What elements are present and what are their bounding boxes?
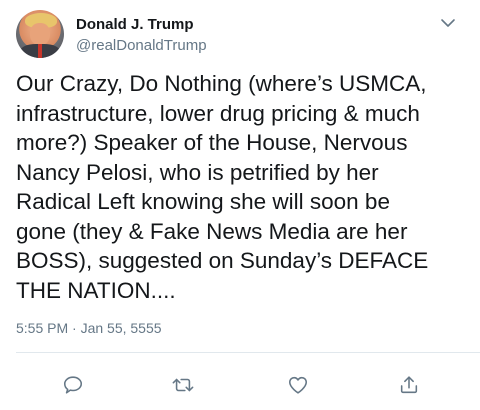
divider (16, 352, 480, 353)
share-upload-icon (398, 374, 420, 396)
retweet-arrows-icon (171, 374, 195, 396)
avatar[interactable] (16, 10, 64, 58)
tweet-timestamp[interactable]: 5:55 PM · Jan 55, 5555 (16, 320, 162, 336)
avatar-tie (38, 44, 42, 58)
share-button[interactable] (396, 372, 422, 398)
speech-bubble-icon (62, 374, 84, 396)
reply-button[interactable] (60, 372, 86, 398)
user-handle[interactable]: @realDonaldTrump (76, 37, 207, 54)
display-name[interactable]: Donald J. Trump (76, 16, 194, 33)
chevron-down-icon[interactable] (440, 16, 456, 28)
heart-icon (287, 374, 309, 396)
retweet-button[interactable] (170, 372, 196, 398)
tweet-text: Our Crazy, Do Nothing (where’s USMCA, in… (16, 71, 429, 303)
avatar-face (30, 23, 50, 45)
tweet-card: Donald J. Trump @realDonaldTrump Our Cra… (0, 0, 480, 410)
like-button[interactable] (285, 372, 311, 398)
